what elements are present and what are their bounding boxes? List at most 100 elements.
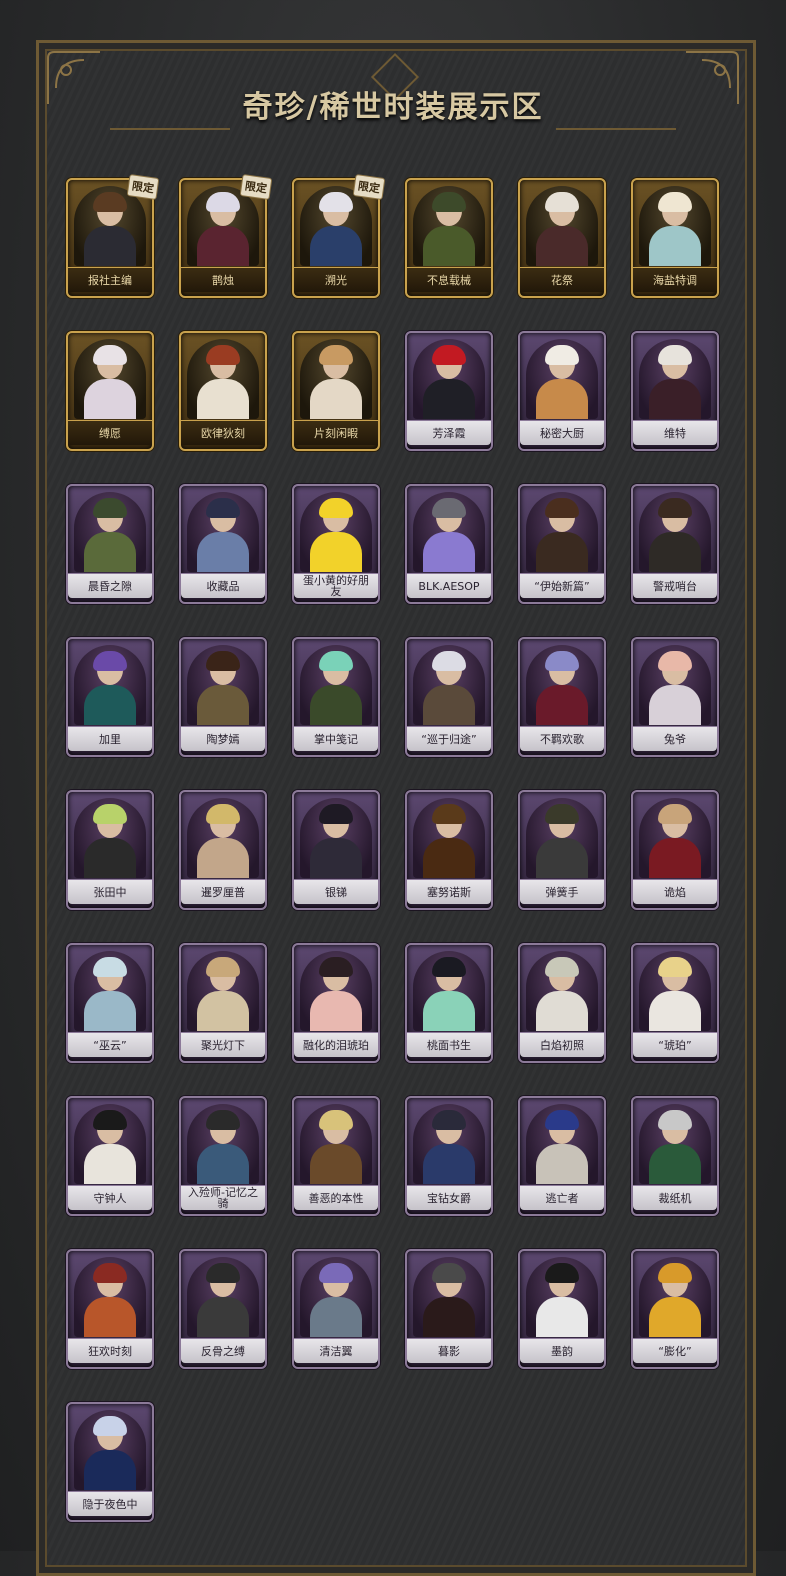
costume-name: “巡于归途” xyxy=(407,726,491,751)
character-figure-icon xyxy=(306,192,366,266)
costume-card[interactable]: 清洁翼 xyxy=(292,1249,380,1369)
costume-card[interactable]: 不息载械 xyxy=(405,178,493,298)
costume-name: 宝钻女爵 xyxy=(407,1185,491,1210)
costume-card[interactable]: “巡于归途” xyxy=(405,637,493,757)
costume-card[interactable]: 诡焰 xyxy=(631,790,719,910)
costume-card[interactable]: 融化的泪琥珀 xyxy=(292,943,380,1063)
costume-portrait xyxy=(526,1104,598,1184)
costume-name: 收藏品 xyxy=(181,573,265,598)
costume-name: 聚光灯下 xyxy=(181,1032,265,1057)
costume-name: 不息载械 xyxy=(407,267,491,292)
costume-card[interactable]: 白焰初照 xyxy=(518,943,606,1063)
costume-portrait xyxy=(300,1104,372,1184)
costume-portrait xyxy=(300,951,372,1031)
character-figure-icon xyxy=(532,345,592,419)
costume-card[interactable]: 收藏品 xyxy=(179,484,267,604)
costume-card[interactable]: 海盐特调 xyxy=(631,178,719,298)
costume-portrait xyxy=(300,1257,372,1337)
costume-card[interactable]: 隐于夜色中 xyxy=(66,1402,154,1522)
costume-name: 警戒哨台 xyxy=(633,573,717,598)
character-figure-icon xyxy=(306,345,366,419)
costume-portrait xyxy=(639,1104,711,1184)
character-figure-icon xyxy=(306,804,366,878)
costume-portrait xyxy=(639,951,711,1031)
title-divider xyxy=(556,128,676,130)
costume-card[interactable]: “琥珀” xyxy=(631,943,719,1063)
costume-card[interactable]: 桃面书生 xyxy=(405,943,493,1063)
costume-card[interactable]: 银锑 xyxy=(292,790,380,910)
costume-name: 报社主编 xyxy=(68,267,152,292)
costume-card[interactable]: 入殓师-记忆之骑 xyxy=(179,1096,267,1216)
costume-name: 溯光 xyxy=(294,267,378,292)
costume-card[interactable]: 掌中笺记 xyxy=(292,637,380,757)
costume-card[interactable]: BLK.AESOP xyxy=(405,484,493,604)
costume-card[interactable]: “伊始新篇” xyxy=(518,484,606,604)
costume-name: 芳泽霞 xyxy=(407,420,491,445)
costume-card[interactable]: 宝钻女爵 xyxy=(405,1096,493,1216)
costume-card[interactable]: 缚愿 xyxy=(66,331,154,451)
costume-card[interactable]: 报社主编 限定 xyxy=(66,174,160,298)
costume-card[interactable]: 加里 xyxy=(66,637,154,757)
character-figure-icon xyxy=(193,345,253,419)
costume-portrait xyxy=(639,798,711,878)
character-figure-icon xyxy=(80,804,140,878)
costume-name: 银锑 xyxy=(294,879,378,904)
costume-card[interactable]: 鹊烛 限定 xyxy=(179,174,273,298)
costume-name: 反骨之缚 xyxy=(181,1338,265,1363)
character-figure-icon xyxy=(419,498,479,572)
costume-name: 入殓师-记忆之骑 xyxy=(181,1185,265,1210)
costume-name: 缚愿 xyxy=(68,420,152,445)
costume-card[interactable]: 蛋小黄的好朋友 xyxy=(292,484,380,604)
costume-card[interactable]: 秘密大厨 xyxy=(518,331,606,451)
costume-card[interactable]: 花祭 xyxy=(518,178,606,298)
character-figure-icon xyxy=(645,804,705,878)
costume-card[interactable]: 善恶的本性 xyxy=(292,1096,380,1216)
costume-portrait xyxy=(300,798,372,878)
character-figure-icon xyxy=(419,804,479,878)
costume-name: 陶梦嫣 xyxy=(181,726,265,751)
character-figure-icon xyxy=(419,957,479,1031)
costume-card[interactable]: 晨昏之隙 xyxy=(66,484,154,604)
limited-badge: 限定 xyxy=(352,174,386,200)
costume-portrait xyxy=(74,492,146,572)
costume-portrait xyxy=(413,186,485,266)
costume-portrait xyxy=(639,339,711,419)
costume-card[interactable]: 弹簧手 xyxy=(518,790,606,910)
costume-card[interactable]: 警戒哨台 xyxy=(631,484,719,604)
costume-card[interactable]: 裁纸机 xyxy=(631,1096,719,1216)
costume-card[interactable]: 片刻闲暇 xyxy=(292,331,380,451)
costume-card[interactable]: 聚光灯下 xyxy=(179,943,267,1063)
costume-card[interactable]: 兔爷 xyxy=(631,637,719,757)
costume-portrait xyxy=(74,1410,146,1490)
costume-card[interactable]: 芳泽霞 xyxy=(405,331,493,451)
costume-card[interactable]: 暹罗厘普 xyxy=(179,790,267,910)
costume-card[interactable]: 陶梦嫣 xyxy=(179,637,267,757)
costume-card[interactable]: 塞努诺斯 xyxy=(405,790,493,910)
costume-card[interactable]: 狂欢时刻 xyxy=(66,1249,154,1369)
character-figure-icon xyxy=(419,345,479,419)
costume-portrait xyxy=(187,645,259,725)
character-figure-icon xyxy=(419,1263,479,1337)
costume-card[interactable]: 暮影 xyxy=(405,1249,493,1369)
costume-portrait xyxy=(413,645,485,725)
character-figure-icon xyxy=(80,651,140,725)
costume-card[interactable]: 维特 xyxy=(631,331,719,451)
costume-card[interactable]: 守钟人 xyxy=(66,1096,154,1216)
costume-card[interactable]: 逃亡者 xyxy=(518,1096,606,1216)
costume-name: 张田中 xyxy=(68,879,152,904)
costume-card[interactable]: 欧律狄刻 xyxy=(179,331,267,451)
character-figure-icon xyxy=(80,1263,140,1337)
character-figure-icon xyxy=(532,1263,592,1337)
costume-card[interactable]: 反骨之缚 xyxy=(179,1249,267,1369)
limited-badge: 限定 xyxy=(126,174,160,200)
costume-card[interactable]: 张田中 xyxy=(66,790,154,910)
character-figure-icon xyxy=(532,1110,592,1184)
costume-portrait xyxy=(74,951,146,1031)
costume-card[interactable]: 不羁欢歌 xyxy=(518,637,606,757)
costume-card[interactable]: “膨化” xyxy=(631,1249,719,1369)
costume-card[interactable]: 溯光 限定 xyxy=(292,174,386,298)
character-figure-icon xyxy=(306,651,366,725)
costume-portrait xyxy=(74,798,146,878)
costume-card[interactable]: “巫云” xyxy=(66,943,154,1063)
costume-card[interactable]: 墨韵 xyxy=(518,1249,606,1369)
